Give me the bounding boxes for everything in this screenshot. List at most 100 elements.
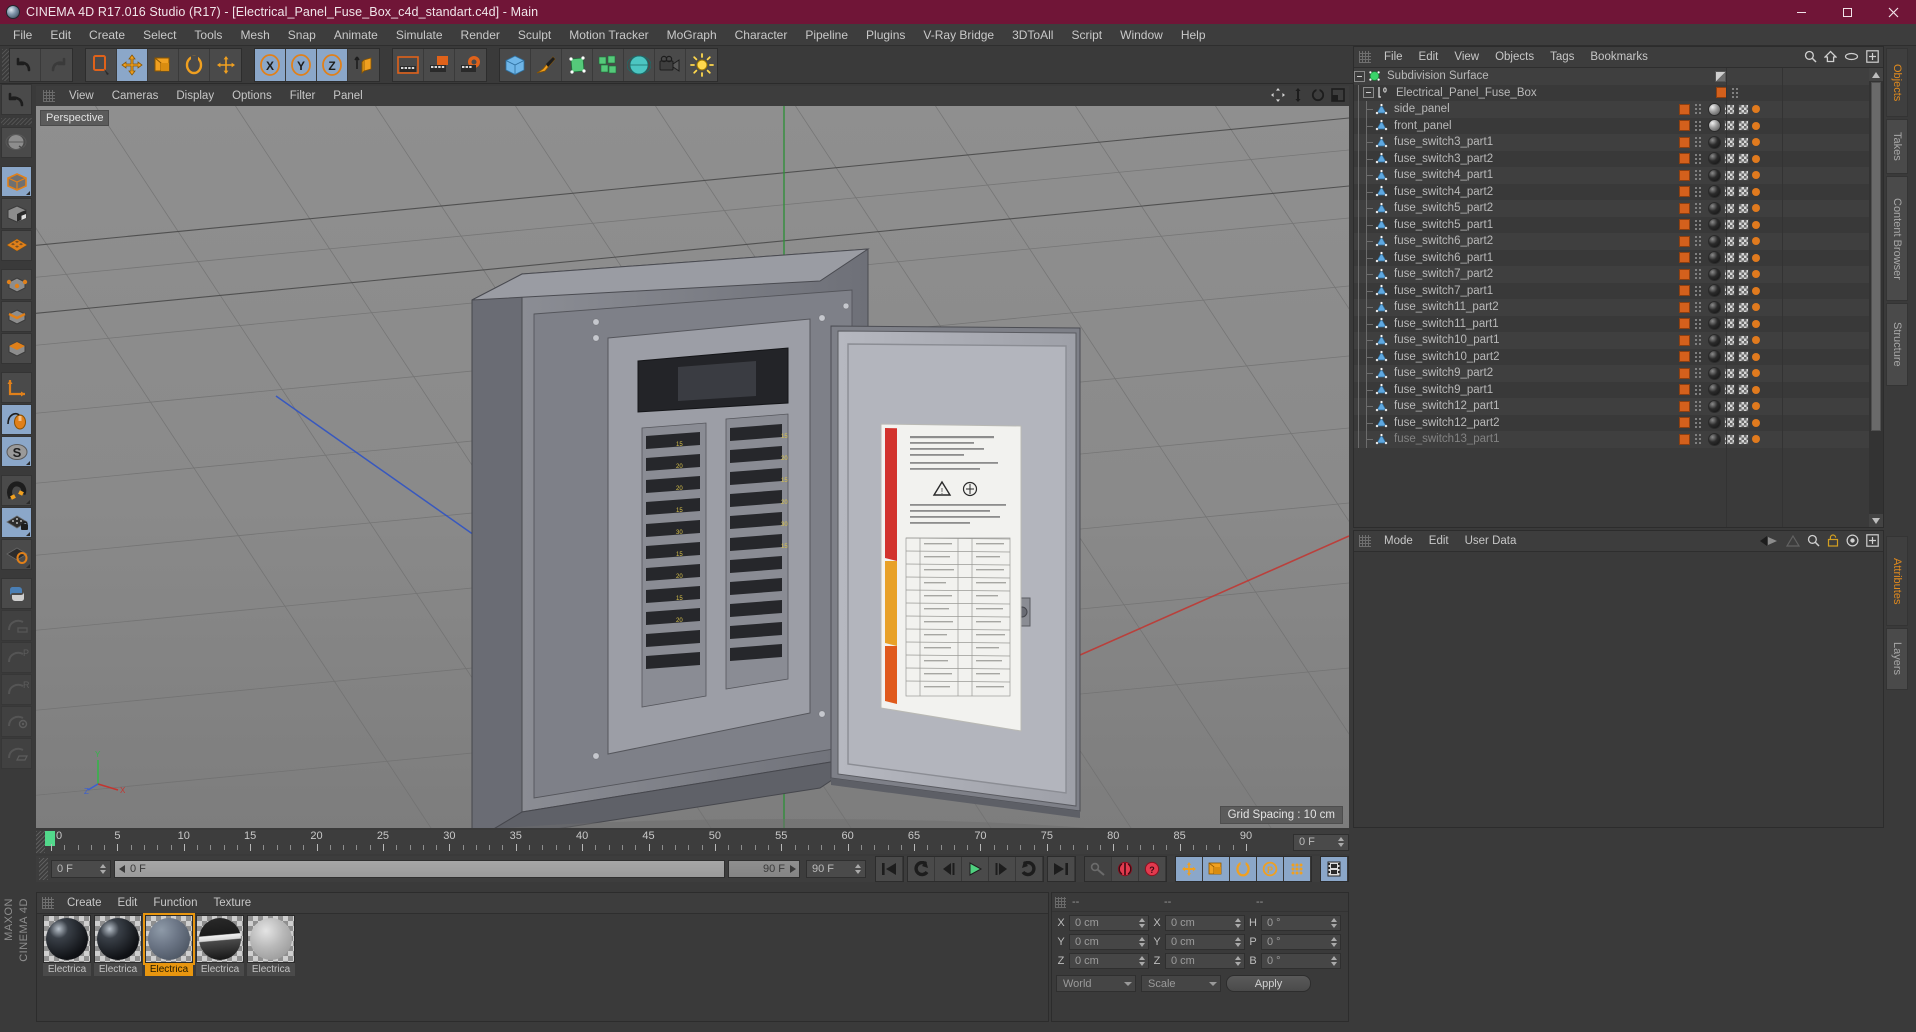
object-row[interactable]: fuse_switch6_part2 <box>1354 233 1869 250</box>
undo-arrow-icon[interactable] <box>1 84 32 115</box>
undo-icon[interactable] <box>10 48 41 81</box>
coordinate-system-icon[interactable] <box>348 48 379 81</box>
phong-tag[interactable] <box>1752 435 1760 444</box>
object-row[interactable]: front_panel <box>1354 117 1869 134</box>
spinner-icon[interactable] <box>1139 936 1146 948</box>
polygon-object-icon[interactable] <box>1375 119 1390 132</box>
material-swatch[interactable]: Electrica <box>94 915 142 976</box>
phong-tag[interactable] <box>1752 270 1760 279</box>
tool-1-icon[interactable] <box>1 610 32 641</box>
selection-tag[interactable] <box>1738 367 1749 379</box>
coordinate-mode-select[interactable]: Scale <box>1141 975 1221 992</box>
left-toolbar-grip[interactable] <box>1 118 32 125</box>
object-manager-menu-file[interactable]: File <box>1376 49 1411 65</box>
tag-handle-icon[interactable] <box>1694 334 1701 347</box>
tag-handle-icon[interactable] <box>1694 317 1701 330</box>
selection-tag[interactable] <box>1738 351 1749 363</box>
previous-key-button[interactable] <box>908 857 935 881</box>
phong-tag[interactable] <box>1752 336 1760 345</box>
viewport-grip[interactable] <box>43 90 55 102</box>
tag-handle-icon[interactable] <box>1694 169 1701 182</box>
scrollbar-thumb[interactable] <box>1871 82 1881 431</box>
step-back-button[interactable] <box>935 857 962 881</box>
subdivision-surface-icon[interactable] <box>1368 70 1383 83</box>
object-row[interactable]: side_panel <box>1354 101 1869 118</box>
phong-tag[interactable] <box>1752 121 1760 130</box>
tag-handle-icon[interactable] <box>1694 235 1701 248</box>
menu-item-3dtoall[interactable]: 3DToAll <box>1003 25 1062 45</box>
material-preview-tag[interactable] <box>1708 416 1721 430</box>
object-row[interactable]: fuse_switch10_part1 <box>1354 332 1869 349</box>
object-row[interactable]: fuse_switch7_part1 <box>1354 282 1869 299</box>
tool-misc-icon[interactable] <box>1 738 32 769</box>
go-to-start-button[interactable] <box>876 857 903 881</box>
render-settings-icon[interactable] <box>455 48 486 81</box>
material-tag[interactable] <box>1679 235 1690 247</box>
menu-item-mesh[interactable]: Mesh <box>231 25 278 45</box>
material-tag[interactable] <box>1679 219 1690 231</box>
tag-handle-icon[interactable] <box>1694 367 1701 380</box>
tool-target-icon[interactable] <box>1 706 32 737</box>
viewport-menu-cameras[interactable]: Cameras <box>103 88 168 104</box>
object-row[interactable]: fuse_switch4_part2 <box>1354 183 1869 200</box>
eye-icon[interactable] <box>1844 50 1859 63</box>
spinner-icon[interactable] <box>1338 836 1345 848</box>
selection-tag[interactable] <box>1738 268 1749 280</box>
parameter-key-button[interactable]: P <box>1257 857 1284 881</box>
menu-item-simulate[interactable]: Simulate <box>387 25 452 45</box>
tag-handle-icon[interactable] <box>1694 119 1701 132</box>
selection-tag[interactable] <box>1738 136 1749 148</box>
tag-handle-icon[interactable] <box>1694 202 1701 215</box>
phong-tag[interactable] <box>1752 171 1760 180</box>
menu-item-sculpt[interactable]: Sculpt <box>509 25 560 45</box>
viewport-menu-options[interactable]: Options <box>223 88 281 104</box>
menu-item-create[interactable]: Create <box>80 25 134 45</box>
material-tag[interactable] <box>1679 136 1690 148</box>
position-field[interactable]: 0 cm <box>1069 953 1149 969</box>
phong-tag[interactable] <box>1752 369 1760 378</box>
object-row[interactable]: fuse_switch12_part2 <box>1354 414 1869 431</box>
polygon-object-icon[interactable] <box>1375 350 1390 363</box>
generator-icon[interactable] <box>562 48 593 81</box>
material-tag[interactable] <box>1679 351 1690 363</box>
material-preview-tag[interactable] <box>1708 267 1721 281</box>
minimize-button[interactable] <box>1778 0 1824 24</box>
tag-handle-icon[interactable] <box>1694 433 1701 446</box>
object-row[interactable]: fuse_switch3_part1 <box>1354 134 1869 151</box>
range-end-handle-icon[interactable] <box>788 865 796 873</box>
autokeying-button[interactable] <box>1085 857 1112 881</box>
rotation-field[interactable]: 0 ° <box>1261 953 1341 969</box>
spinner-icon[interactable] <box>1235 917 1242 929</box>
animbar-grip[interactable] <box>39 858 48 880</box>
object-row[interactable]: 0 Electrical_Panel_Fuse_Box <box>1354 84 1869 101</box>
maximize-button[interactable] <box>1824 0 1870 24</box>
timeline-grip[interactable] <box>36 831 45 853</box>
plus-icon[interactable] <box>1866 534 1879 547</box>
phong-tag[interactable] <box>1752 418 1760 427</box>
polygon-object-icon[interactable] <box>1375 400 1390 413</box>
polygon-object-icon[interactable] <box>1375 334 1390 347</box>
scroll-down-arrow-icon[interactable] <box>1869 514 1883 527</box>
object-manager-scrollbar[interactable] <box>1869 68 1883 527</box>
material-preview-tag[interactable] <box>1708 218 1721 232</box>
phong-tag[interactable] <box>1752 237 1760 246</box>
object-row[interactable]: fuse_switch11_part2 <box>1354 299 1869 316</box>
object-manager-menu-view[interactable]: View <box>1446 49 1487 65</box>
texture-mode-icon[interactable] <box>1 230 32 261</box>
tag-handle-icon[interactable] <box>1694 218 1701 231</box>
environment-icon[interactable] <box>624 48 655 81</box>
target-icon[interactable] <box>1846 534 1859 547</box>
selection-tag[interactable] <box>1738 318 1749 330</box>
attribute-manager-menu-edit[interactable]: Edit <box>1421 533 1457 549</box>
preview-range-bar[interactable]: 0 F <box>114 860 725 878</box>
polygon-object-icon[interactable] <box>1375 416 1390 429</box>
tag-handle-icon[interactable] <box>1694 185 1701 198</box>
spinner-icon[interactable] <box>1331 955 1338 967</box>
apply-button[interactable]: Apply <box>1226 975 1311 992</box>
search-icon[interactable] <box>1807 534 1820 547</box>
material-tag[interactable] <box>1679 202 1690 214</box>
selection-tag[interactable] <box>1738 186 1749 198</box>
selection-tag[interactable] <box>1738 252 1749 264</box>
material-preview-tag[interactable] <box>1708 399 1721 413</box>
material-preview-tag[interactable] <box>1708 168 1721 182</box>
